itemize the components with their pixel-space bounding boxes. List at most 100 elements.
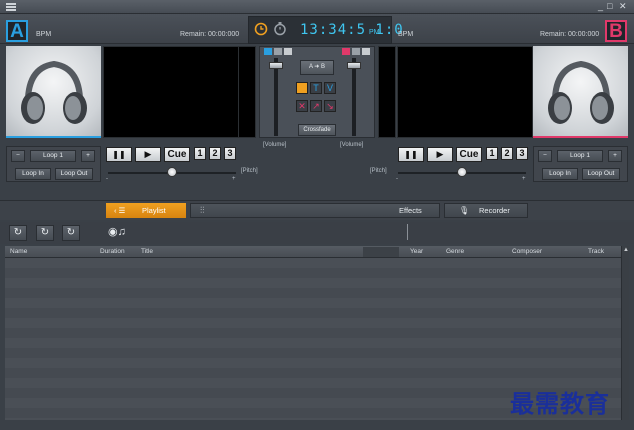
deck-a-pitch-knob[interactable] [167, 167, 177, 177]
transition-v-icon[interactable]: V [324, 82, 336, 94]
title-bar [0, 0, 634, 14]
deck-b-volume-label: [Volume] [340, 142, 364, 148]
scroll-up-icon[interactable]: ▲ [623, 247, 629, 253]
deck-a-loop-selector[interactable]: Loop 1 [30, 150, 76, 162]
deck-a-hotcue-1[interactable]: 1 [194, 147, 206, 160]
tab-recorder-label: Recorder [479, 206, 510, 215]
column-title[interactable]: Title [141, 248, 153, 255]
menu-icon[interactable] [6, 3, 16, 11]
transition-cut-icon[interactable]: T [310, 82, 322, 94]
deck-b-waveform-display[interactable] [397, 46, 533, 138]
deck-a-loop-out-button[interactable]: Loop Out [55, 168, 93, 180]
playlist-icon: ‹ ☰ [114, 206, 126, 215]
deck-a-waveform-display[interactable] [103, 46, 239, 138]
column-genre[interactable]: Genre [446, 248, 464, 255]
deck-b-loop-out-button[interactable]: Loop Out [582, 168, 620, 180]
deck-a-hotcue-2[interactable]: 2 [209, 147, 221, 160]
deck-a-pitch-plus: + [232, 176, 236, 182]
deck-a-pitch-minus: - [106, 176, 108, 182]
column-composer[interactable]: Composer [512, 248, 542, 255]
deck-a-badge[interactable]: A [6, 20, 28, 42]
deck-b-loop-in-button[interactable]: Loop In [542, 168, 578, 180]
add-file-icon[interactable]: ↻ [9, 225, 27, 241]
deck-a-pitch-label: [Pitch] [241, 168, 258, 174]
column-duration[interactable]: Duration [100, 248, 125, 255]
deck-b-hotcue-3[interactable]: 3 [516, 147, 528, 160]
microphone-icon: 🎙 [459, 206, 470, 215]
close-button[interactable]: ✕ [619, 1, 627, 12]
deck-a-pause-button[interactable]: ❚❚ [106, 147, 132, 162]
deck-b-level-meter [378, 46, 396, 138]
watermark-text: 最需教育 [510, 389, 610, 418]
headphones-icon [548, 60, 614, 124]
mixer-sliders-icon: ⫶⫶ [200, 205, 205, 215]
column-year[interactable]: Year [410, 248, 423, 255]
deck-b-loop-minus-button[interactable]: − [538, 150, 552, 162]
tab-playlist-label: Playlist [142, 206, 166, 215]
deck-b-hotcue-1[interactable]: 1 [486, 147, 498, 160]
column-name[interactable]: Name [10, 248, 27, 255]
column-unnamed[interactable] [363, 247, 399, 257]
column-track[interactable]: Track [588, 248, 604, 255]
deck-b-pause-button[interactable]: ❚❚ [398, 147, 424, 162]
playlist-scrollbar[interactable]: ▲ [621, 246, 629, 420]
deck-a-channel-icon[interactable] [264, 48, 272, 55]
transition-curve-icon[interactable]: ↗ [310, 100, 322, 112]
deck-a-bpm: BPM [36, 31, 52, 38]
transition-drop-icon[interactable]: ↘ [324, 100, 336, 112]
deck-a-eq-icon[interactable] [274, 48, 282, 55]
deck-a-hotcue-3[interactable]: 3 [224, 147, 236, 160]
transition-cross-icon[interactable]: ✕ [296, 100, 308, 112]
tab-recorder[interactable]: 🎙 Recorder [444, 203, 528, 218]
stopwatch-icon[interactable] [273, 21, 287, 36]
crossfade-button[interactable]: Crossfade [298, 124, 336, 136]
deck-b-loop-plus-button[interactable]: + [608, 150, 622, 162]
deck-a-volume-fader-knob[interactable] [269, 62, 283, 69]
tab-effects[interactable]: ⫶⫶ Effects [190, 203, 440, 218]
deck-b-play-button[interactable]: ▶ [427, 147, 453, 162]
deck-b-volume-fader[interactable] [352, 58, 356, 136]
transition-fade-icon[interactable] [296, 82, 308, 94]
transition-grid: T V ✕ ↗ ↘ [296, 82, 338, 116]
deck-a-cue-button[interactable]: Cue [164, 147, 190, 162]
deck-b-pitch-plus: + [522, 176, 526, 182]
deck-b-badge[interactable]: B [605, 20, 627, 42]
minimize-button[interactable]: _ [598, 1, 603, 11]
deck-a-album-art [6, 46, 101, 138]
deck-b-remain: Remain: 00:00:000 [540, 31, 600, 38]
deck-b-hotcue-2[interactable]: 2 [501, 147, 513, 160]
deck-b-channel-icon[interactable] [342, 48, 350, 55]
deck-b-volume-fader-knob[interactable] [347, 62, 361, 69]
deck-a-level-meter [238, 46, 256, 138]
deck-a-loop-plus-button[interactable]: + [81, 150, 95, 162]
add-disc-icon[interactable]: ◉♫ [108, 225, 128, 241]
deck-a-volume-fader[interactable] [274, 58, 278, 136]
add-folder-icon[interactable]: ↻ [36, 225, 54, 241]
clock-icon[interactable] [254, 22, 268, 36]
deck-b-pitch-knob[interactable] [457, 167, 467, 177]
deck-b-album-art [533, 46, 628, 138]
tab-effects-label: Effects [399, 206, 422, 215]
deck-b-pitch-label: [Pitch] [370, 168, 387, 174]
headphones-icon [21, 60, 87, 124]
deck-b-sync-icon[interactable] [362, 48, 370, 55]
playlist-toolbar [0, 222, 634, 244]
clock-time: 13:34:5 1:0 [300, 22, 404, 38]
deck-a-loop-in-button[interactable]: Loop In [15, 168, 51, 180]
a-to-b-button[interactable]: A ➜ B [300, 60, 334, 75]
deck-a-volume-label: [Volume] [263, 142, 287, 148]
maximize-button[interactable]: □ [607, 1, 612, 11]
deck-b-bpm: BPM [398, 31, 414, 38]
deck-a-sync-icon[interactable] [284, 48, 292, 55]
deck-b-cue-button[interactable]: Cue [456, 147, 482, 162]
toolbar-divider [404, 224, 408, 240]
deck-a-loop-minus-button[interactable]: − [11, 150, 25, 162]
remove-file-icon[interactable]: ↻ [62, 225, 80, 241]
deck-b-eq-icon[interactable] [352, 48, 360, 55]
deck-a-play-button[interactable]: ▶ [135, 147, 161, 162]
tab-playlist[interactable]: ‹ ☰ Playlist [106, 203, 186, 218]
deck-b-loop-selector[interactable]: Loop 1 [557, 150, 603, 162]
deck-b-pitch-minus: - [396, 176, 398, 182]
deck-a-remain: Remain: 00:00:000 [180, 31, 240, 38]
clock-ampm: PM [369, 29, 380, 36]
